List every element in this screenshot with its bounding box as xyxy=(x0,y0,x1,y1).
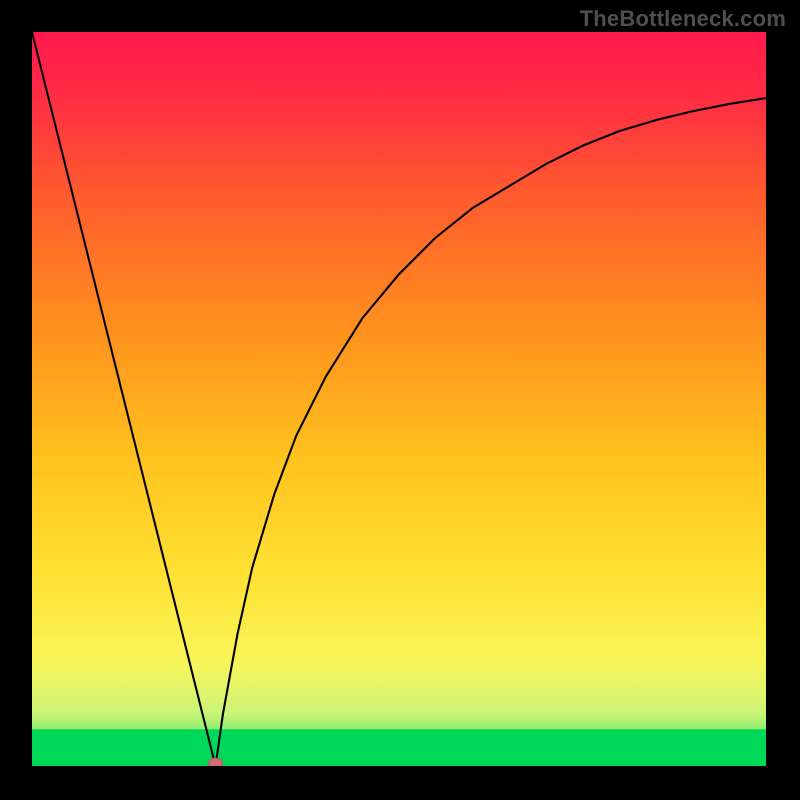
bottom-green-band xyxy=(32,729,766,766)
gradient-background xyxy=(32,32,766,766)
plot-area xyxy=(32,32,766,766)
chart-frame: TheBottleneck.com xyxy=(0,0,800,800)
bottleneck-chart xyxy=(32,32,766,766)
watermark-text: TheBottleneck.com xyxy=(580,6,786,32)
minimum-marker xyxy=(209,758,223,766)
